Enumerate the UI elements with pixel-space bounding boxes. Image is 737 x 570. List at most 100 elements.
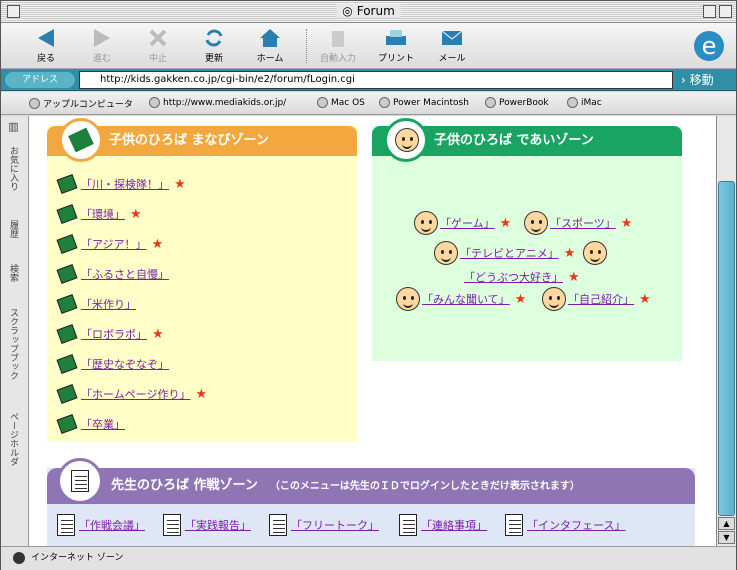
zone-link[interactable]: 「フリートーク」 bbox=[291, 517, 379, 533]
zone-link[interactable]: 「ゲーム」 bbox=[440, 215, 495, 231]
list-item: 「連絡事項」 bbox=[399, 514, 487, 536]
address-input[interactable]: http://kids.gakken.co.jp/cgi-bin/e2/foru… bbox=[79, 71, 673, 89]
favorite-link[interactable]: PowerBook bbox=[485, 97, 549, 108]
favorite-link[interactable]: http://www.mediakids.or.jp/ bbox=[149, 97, 286, 108]
back-button[interactable]: 戻る bbox=[21, 25, 71, 64]
star-icon: ★ bbox=[639, 291, 651, 307]
star-icon: ★ bbox=[563, 245, 576, 261]
star-icon: ★ bbox=[195, 386, 208, 402]
zone-link[interactable]: 「テレビとアニメ」 bbox=[460, 245, 559, 261]
star-icon: ★ bbox=[130, 206, 142, 222]
favorite-link[interactable]: iMac bbox=[567, 97, 602, 108]
scroll-thumb[interactable] bbox=[718, 181, 735, 516]
print-button[interactable]: プリント bbox=[371, 25, 421, 64]
teacher-zone: 先生のひろば 作戦ゾーン （このメニューは先生のＩＤでログインしたときだけ表示され… bbox=[47, 458, 695, 546]
tab-page-holder[interactable]: ページホルダ bbox=[7, 412, 20, 466]
document-icon bbox=[269, 514, 287, 536]
zone-link[interactable]: 「作戦会議」 bbox=[79, 517, 145, 533]
home-icon bbox=[245, 25, 295, 51]
smiley-icon bbox=[396, 287, 420, 311]
zone-link[interactable]: 「卒業」 bbox=[81, 416, 125, 432]
zone-link[interactable]: 「歴史なぞなぞ」 bbox=[81, 356, 169, 372]
list-item: 「米作り」 bbox=[55, 294, 136, 314]
zone-globe-icon bbox=[13, 552, 25, 564]
list-item: 「ゲーム」 ★ bbox=[414, 211, 511, 235]
zone-link[interactable]: 「米作り」 bbox=[81, 296, 136, 312]
sidebar-toggle-icon[interactable]: ▥ bbox=[7, 120, 20, 133]
tab-favorites[interactable]: お気に入り bbox=[7, 146, 20, 191]
title-bar[interactable]: ◎ Forum bbox=[1, 1, 736, 23]
collapse-box[interactable] bbox=[719, 5, 732, 18]
star-icon: ★ bbox=[620, 215, 633, 231]
zone-link[interactable]: 「スポーツ」 bbox=[550, 215, 616, 231]
star-icon: ★ bbox=[499, 215, 512, 231]
forward-button[interactable]: 進む bbox=[77, 25, 127, 64]
meeting-zone: 子供のひろば であいゾーン 「ゲーム」 ★ 「スポーツ」 ★ 「テレビとアニメ」 ★ … bbox=[372, 118, 682, 361]
zone-link[interactable]: 「連絡事項」 bbox=[421, 517, 487, 533]
zone-link[interactable]: 「川・探検隊！」 bbox=[81, 176, 169, 192]
list-item: 「テレビとアニメ」 ★ bbox=[434, 241, 608, 265]
page-content: 子供のひろば まなびゾーン 「川・探検隊！」 ★ 「環境」 ★ 「アジア！」 ★ 「ふるさと… bbox=[29, 116, 716, 546]
autofill-button[interactable]: 自動入力 bbox=[313, 25, 363, 64]
zone-link[interactable]: 「アジア！」 bbox=[81, 236, 147, 252]
smiley-icon bbox=[384, 118, 428, 162]
zone-link[interactable]: 「ふるさと自慢」 bbox=[81, 266, 169, 282]
mail-button[interactable]: メール bbox=[427, 25, 477, 64]
book-icon bbox=[56, 384, 78, 404]
smiley-icon bbox=[583, 241, 608, 265]
browser-logo-icon: e bbox=[692, 27, 726, 65]
autofill-icon bbox=[313, 25, 363, 51]
list-item: 「アジア！」 ★ bbox=[55, 234, 163, 254]
vertical-scrollbar[interactable]: ▲ ▼ bbox=[716, 116, 736, 546]
zoom-box[interactable] bbox=[703, 5, 716, 18]
zone-header: 先生のひろば 作戦ゾーン （このメニューは先生のＩＤでログインしたときだけ表示され… bbox=[47, 468, 695, 504]
go-button[interactable]: › 移動 bbox=[681, 71, 714, 89]
window-title: ◎ Forum bbox=[336, 4, 401, 18]
tab-history[interactable]: 履歴 bbox=[7, 220, 20, 238]
list-item: 「スポーツ」 ★ bbox=[524, 211, 632, 235]
list-item: 「ロボラボ」 ★ bbox=[55, 324, 164, 344]
favorites-bar: アップルコンピュータ http://www.mediakids.or.jp/ M… bbox=[1, 92, 736, 115]
globe-icon bbox=[567, 97, 578, 108]
list-item: 「歴史なぞなぞ」 bbox=[55, 354, 169, 374]
tab-search[interactable]: 検索 bbox=[7, 264, 20, 282]
list-item: 「川・探検隊！」 ★ bbox=[55, 174, 186, 194]
zone-link[interactable]: 「ロボラボ」 bbox=[81, 326, 147, 342]
zone-link[interactable]: 「インタフェース」 bbox=[527, 517, 625, 533]
zone-link[interactable]: 「みんな聞いて」 bbox=[422, 291, 510, 307]
home-button[interactable]: ホーム bbox=[245, 25, 295, 64]
zone-link[interactable]: 「自己紹介」 bbox=[568, 291, 634, 307]
document-icon bbox=[163, 514, 181, 536]
favorite-link[interactable]: アップルコンピュータ bbox=[29, 97, 133, 110]
smiley-icon bbox=[414, 211, 438, 235]
explorer-side-tabs: ▥ お気に入り 履歴 検索 スクラップブック ページホルダ bbox=[1, 116, 29, 546]
close-box[interactable] bbox=[7, 5, 20, 18]
list-item: 「ふるさと自慢」 bbox=[55, 264, 169, 284]
list-item: 「みんな聞いて」 ★ bbox=[396, 287, 526, 311]
zone-link[interactable]: 「どうぶつ大好き」 bbox=[464, 269, 563, 285]
stop-button[interactable]: 中止 bbox=[133, 25, 183, 64]
list-item: 「作戦会議」 bbox=[57, 514, 145, 536]
back-arrow-icon bbox=[21, 25, 71, 51]
zone-link[interactable]: 「ホームページ作り」 bbox=[81, 386, 190, 402]
document-icon bbox=[505, 514, 523, 536]
list-item: 「環境」 ★ bbox=[55, 204, 142, 224]
favorite-link[interactable]: Mac OS bbox=[317, 97, 365, 108]
address-bar: アドレス http://kids.gakken.co.jp/cgi-bin/e2… bbox=[1, 69, 736, 91]
book-icon bbox=[59, 118, 103, 162]
zone-link[interactable]: 「環境」 bbox=[81, 206, 125, 222]
status-bar: インターネット ゾーン bbox=[1, 546, 736, 570]
scroll-up-arrow[interactable]: ▲ bbox=[718, 517, 735, 530]
list-item: 「ホームページ作り」 ★ bbox=[55, 384, 207, 404]
tab-scrapbook[interactable]: スクラップブック bbox=[7, 308, 20, 380]
browser-window: ◎ Forum 戻る 進む 中止 更新 ホーム 自動入力 プリント メール e … bbox=[0, 0, 737, 570]
globe-icon: ◎ bbox=[342, 4, 353, 18]
refresh-button[interactable]: 更新 bbox=[189, 25, 239, 64]
star-icon: ★ bbox=[151, 236, 164, 252]
svg-text:e: e bbox=[702, 32, 717, 60]
scroll-down-arrow[interactable]: ▼ bbox=[718, 531, 735, 544]
document-icon bbox=[399, 514, 417, 536]
favorite-link[interactable]: Power Macintosh bbox=[379, 97, 469, 108]
zone-link[interactable]: 「実践報告」 bbox=[185, 517, 251, 533]
book-icon bbox=[56, 294, 78, 314]
